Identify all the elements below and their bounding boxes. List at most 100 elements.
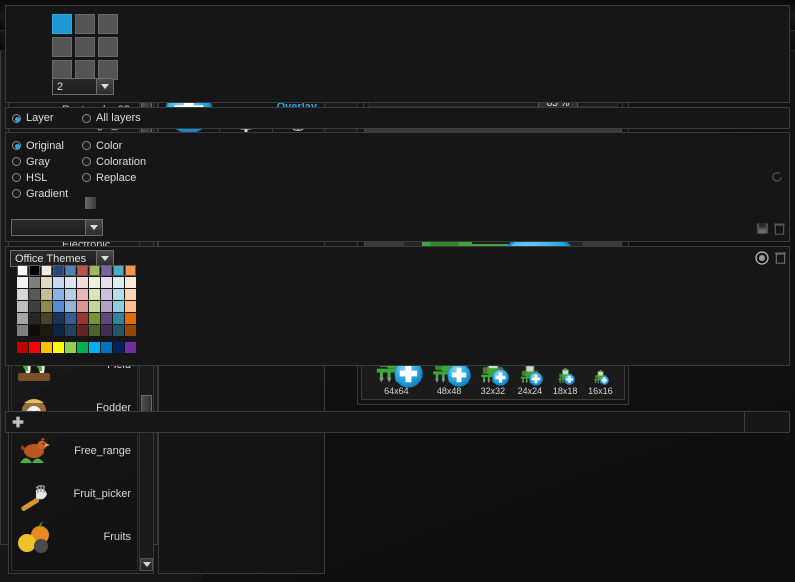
radio-button[interactable] bbox=[12, 113, 21, 123]
color-swatch[interactable] bbox=[65, 265, 76, 276]
color-swatch[interactable] bbox=[125, 277, 136, 288]
color-swatch[interactable] bbox=[77, 325, 88, 336]
color-swatch[interactable] bbox=[65, 301, 76, 312]
color-swatch[interactable] bbox=[89, 289, 100, 300]
radio-option[interactable]: Gray bbox=[12, 154, 82, 169]
color-swatch[interactable] bbox=[125, 301, 136, 312]
reset-icon[interactable] bbox=[771, 171, 783, 183]
color-swatch[interactable] bbox=[17, 265, 28, 276]
color-swatch[interactable] bbox=[29, 313, 40, 324]
radio-button[interactable] bbox=[12, 157, 21, 166]
radio-option[interactable]: Coloration bbox=[82, 154, 152, 169]
color-swatch[interactable] bbox=[29, 342, 40, 353]
color-swatch[interactable] bbox=[77, 313, 88, 324]
icon-scroll-down-icon[interactable] bbox=[140, 558, 153, 571]
color-swatch[interactable] bbox=[53, 289, 64, 300]
radio-button[interactable] bbox=[82, 113, 91, 123]
list-item[interactable]: Free_range bbox=[12, 429, 137, 472]
color-swatch[interactable] bbox=[89, 313, 100, 324]
radio-option[interactable]: Gradient bbox=[12, 186, 82, 201]
color-swatch[interactable] bbox=[65, 325, 76, 336]
color-swatch[interactable] bbox=[101, 342, 112, 353]
color-swatch[interactable] bbox=[53, 313, 64, 324]
color-swatch[interactable] bbox=[113, 289, 124, 300]
grid-count-combo[interactable]: 2 bbox=[52, 78, 114, 95]
color-swatch[interactable] bbox=[89, 301, 100, 312]
color-swatch[interactable] bbox=[89, 342, 100, 353]
color-swatch[interactable] bbox=[53, 265, 64, 276]
color-swatch[interactable] bbox=[89, 265, 100, 276]
radio-button[interactable] bbox=[12, 189, 21, 198]
add-icon[interactable] bbox=[6, 412, 745, 432]
color-swatch[interactable] bbox=[89, 325, 100, 336]
color-swatch[interactable] bbox=[65, 313, 76, 324]
color-swatch[interactable] bbox=[113, 313, 124, 324]
color-swatch[interactable] bbox=[41, 265, 52, 276]
color-swatch[interactable] bbox=[17, 277, 28, 288]
grid-cell[interactable] bbox=[98, 14, 118, 34]
grid-cell[interactable] bbox=[98, 37, 118, 57]
color-swatch[interactable] bbox=[101, 325, 112, 336]
color-swatch[interactable] bbox=[101, 265, 112, 276]
add-item-row[interactable] bbox=[5, 411, 790, 433]
color-swatch[interactable] bbox=[17, 313, 28, 324]
color-swatch[interactable] bbox=[29, 325, 40, 336]
grid-cell[interactable] bbox=[52, 37, 72, 57]
chevron-down-icon[interactable] bbox=[96, 251, 113, 266]
color-swatch[interactable] bbox=[125, 265, 136, 276]
chevron-down-icon[interactable] bbox=[85, 220, 102, 235]
color-swatch[interactable] bbox=[77, 289, 88, 300]
color-swatch[interactable] bbox=[65, 289, 76, 300]
radio-option[interactable]: Layer bbox=[12, 111, 82, 126]
grid-cell[interactable] bbox=[75, 60, 95, 80]
color-swatch[interactable] bbox=[101, 301, 112, 312]
color-swatch[interactable] bbox=[101, 277, 112, 288]
preset-combo[interactable] bbox=[11, 219, 103, 236]
grid-cell[interactable] bbox=[75, 37, 95, 57]
color-swatch[interactable] bbox=[113, 342, 124, 353]
size-preview[interactable]: 16x16 bbox=[588, 369, 613, 396]
color-swatch[interactable] bbox=[53, 342, 64, 353]
chevron-down-icon[interactable] bbox=[96, 79, 113, 94]
radio-option[interactable]: All layers bbox=[82, 111, 152, 126]
color-swatch[interactable] bbox=[41, 342, 52, 353]
color-swatch[interactable] bbox=[125, 313, 136, 324]
color-swatch[interactable] bbox=[125, 289, 136, 300]
color-swatch[interactable] bbox=[41, 325, 52, 336]
color-swatch[interactable] bbox=[17, 325, 28, 336]
grid-cell[interactable] bbox=[75, 14, 95, 34]
grid-selector[interactable] bbox=[52, 14, 118, 80]
gradient-swatch-icon[interactable] bbox=[85, 197, 96, 209]
radio-button[interactable] bbox=[82, 141, 91, 150]
size-preview[interactable]: 18x18 bbox=[553, 367, 577, 396]
delete-preset-icon[interactable] bbox=[774, 222, 785, 235]
color-swatch[interactable] bbox=[65, 342, 76, 353]
color-swatch[interactable] bbox=[89, 277, 100, 288]
radio-button[interactable] bbox=[12, 141, 21, 150]
grid-cell[interactable] bbox=[52, 60, 72, 80]
grid-cell[interactable] bbox=[98, 60, 118, 80]
radio-button[interactable] bbox=[82, 157, 91, 166]
color-swatch[interactable] bbox=[17, 342, 28, 353]
color-swatch[interactable] bbox=[53, 325, 64, 336]
color-swatches[interactable] bbox=[17, 265, 136, 353]
color-swatch[interactable] bbox=[113, 301, 124, 312]
size-preview[interactable]: 24x24 bbox=[518, 362, 543, 396]
color-swatch[interactable] bbox=[41, 277, 52, 288]
list-item[interactable]: Fruits bbox=[12, 515, 137, 558]
grid-cell[interactable] bbox=[52, 14, 72, 34]
radio-button[interactable] bbox=[12, 173, 21, 182]
color-swatch[interactable] bbox=[101, 289, 112, 300]
radio-option[interactable]: Color bbox=[82, 138, 152, 153]
delete-palette-icon[interactable] bbox=[775, 251, 786, 264]
color-swatch[interactable] bbox=[29, 301, 40, 312]
color-swatch[interactable] bbox=[17, 301, 28, 312]
color-swatch[interactable] bbox=[17, 289, 28, 300]
color-picker-icon[interactable] bbox=[755, 251, 769, 265]
color-swatch[interactable] bbox=[29, 289, 40, 300]
color-swatch[interactable] bbox=[77, 301, 88, 312]
radio-option[interactable]: HSL bbox=[12, 170, 82, 185]
color-swatch[interactable] bbox=[53, 277, 64, 288]
color-swatch[interactable] bbox=[113, 277, 124, 288]
color-swatch[interactable] bbox=[29, 277, 40, 288]
